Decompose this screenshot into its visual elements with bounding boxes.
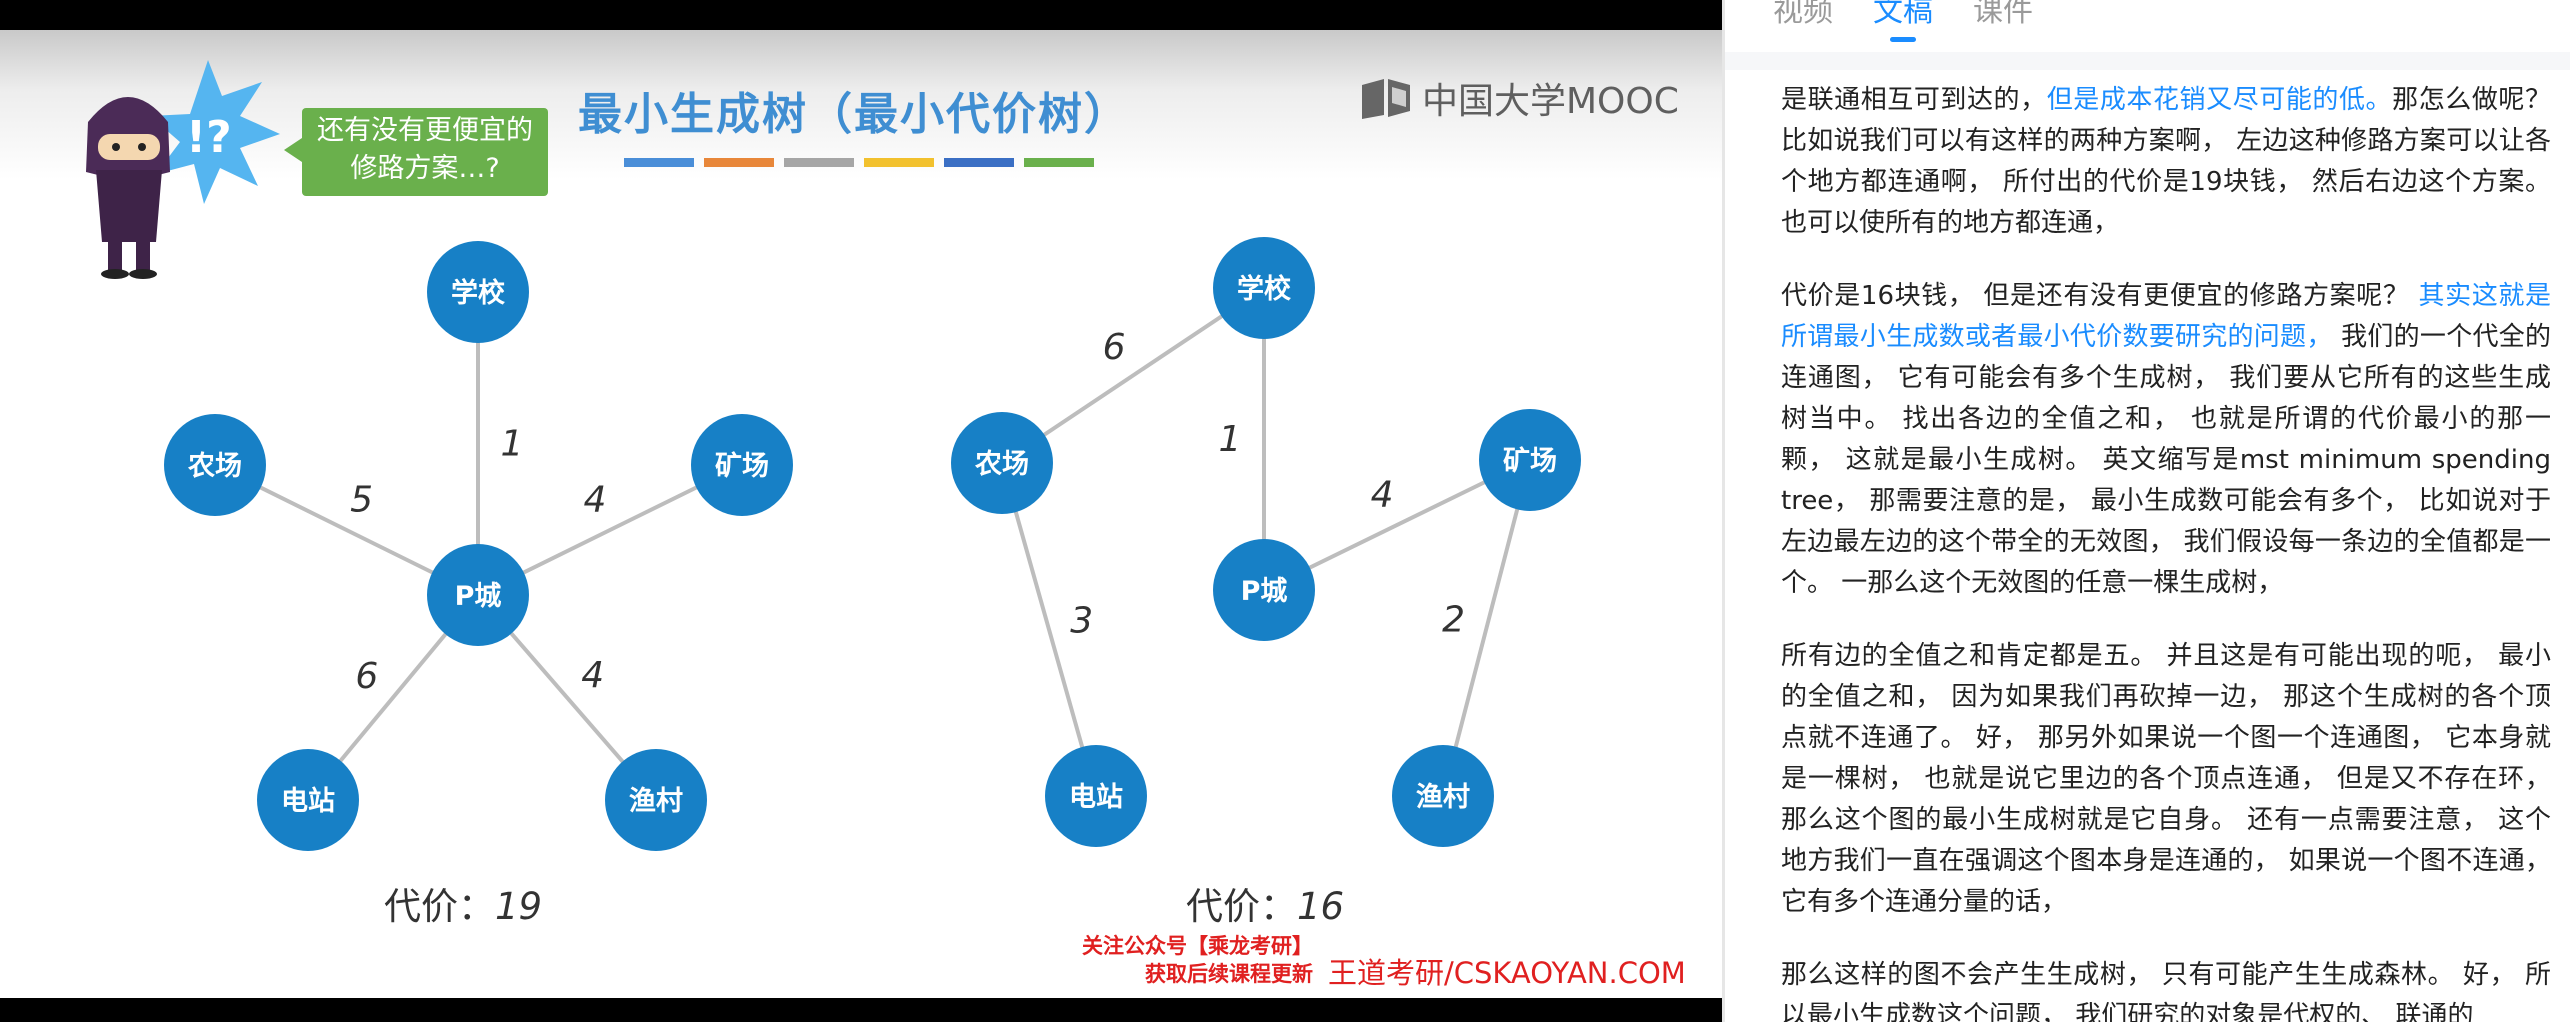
promo-line-1: 关注公众号【乘龙考研】 xyxy=(1082,934,1313,958)
tab-transcript[interactable]: 文稿 xyxy=(1873,0,1933,42)
left-cost-label: 代价： xyxy=(384,885,495,928)
graph-diagram: 1 5 4 6 4 学校农场 矿场 P城电站 渔村 6 1 4 3 2 学校农场 矿场 P城电站 渔村 xyxy=(164,237,1581,851)
right-graph-node-label: P城 xyxy=(1241,576,1288,607)
right-graph-edge-weight: 1 xyxy=(1219,419,1242,460)
right-graph-edge-weight: 3 xyxy=(1070,600,1093,641)
left-graph-node-label: 农场 xyxy=(187,451,242,482)
right-graph-edge-weight: 4 xyxy=(1371,474,1394,515)
transcript-text: 所有边的全值之和肯定都是五。 并且这是有可能出现的呃， 最小的全值之和， 因为如… xyxy=(1781,641,2551,917)
right-graph-node-label: 学校 xyxy=(1237,273,1291,305)
left-graph-node-label: 渔村 xyxy=(629,786,683,817)
left-cost-value: 19 xyxy=(495,885,543,928)
left-graph-edge-weight: 4 xyxy=(584,479,607,520)
transcript-paragraph: 那么这样的图不会产生生成树， 只有可能产生生成森林。 好， 所以最小生成数这个问… xyxy=(1781,955,2551,1022)
transcript-paragraph: 所有边的全值之和肯定都是五。 并且这是有可能出现的呃， 最小的全值之和， 因为如… xyxy=(1781,636,2551,923)
tab-courseware[interactable]: 课件 xyxy=(1973,0,2033,42)
right-graph-edge-weight: 6 xyxy=(1103,327,1126,368)
watermark: 王道考研/CSKAOYAN.COM xyxy=(1328,956,1686,990)
transcript-text: 是联通相互可到达的， xyxy=(1781,85,2047,115)
video-player[interactable]: !? 还有没有更便宜的 修路方案…? 最小生成树（最小代价树） 中国大学MOOC… xyxy=(0,0,1722,1022)
transcript-paragraph: 是联通相互可到达的，但是成本花销又尽可能的低。那怎么做呢？ 比如说我们可以有这样… xyxy=(1781,80,2551,244)
transcript-text: 我们的一个代全的连通图， 它有可能会有多个生成树， 我们要从它所有的这些生成树当… xyxy=(1781,322,2551,598)
tab-video[interactable]: 视频 xyxy=(1773,0,1833,42)
left-graph-edge-weight: 6 xyxy=(355,656,378,697)
promo-text: 关注公众号【乘龙考研】 获取后续课程更新 xyxy=(1082,932,1313,988)
panel-tabs: 视频 文稿 课件 xyxy=(1773,0,2033,42)
left-graph-edge-weight: 5 xyxy=(350,480,373,521)
left-graph-edge-weight: 1 xyxy=(501,424,524,465)
left-graph-node-label: 矿场 xyxy=(715,450,769,482)
right-cost-value: 16 xyxy=(1297,885,1345,928)
right-graph-node-label: 农场 xyxy=(974,449,1029,480)
right-cost: 代价：16 xyxy=(1186,876,1344,930)
left-graph-node-label: 学校 xyxy=(451,277,505,309)
right-graph-node-label: 渔村 xyxy=(1416,782,1470,813)
left-graph-edge-weight: 4 xyxy=(581,655,604,696)
transcript-text: 代价是16块钱， 但是还有没有更便宜的修路方案呢？ xyxy=(1781,281,2419,311)
lecture-slide: !? 还有没有更便宜的 修路方案…? 最小生成树（最小代价树） 中国大学MOOC… xyxy=(0,30,1722,998)
right-graph-edge-weight: 2 xyxy=(1442,599,1465,640)
promo-line-2: 获取后续课程更新 xyxy=(1145,962,1313,986)
right-cost-label: 代价： xyxy=(1186,885,1297,928)
left-graph-node-label: 电站 xyxy=(281,786,335,817)
transcript-text: 那么这样的图不会产生生成树， 只有可能产生生成森林。 好， 所以最小生成数这个问… xyxy=(1781,960,2551,1022)
side-panel: 视频 文稿 课件 是联通相互可到达的，但是成本花销又尽可能的低。那怎么做呢？ 比如说… xyxy=(1722,0,2570,1022)
right-graph-node-label: 矿场 xyxy=(1503,445,1557,477)
transcript[interactable]: 是联通相互可到达的，但是成本花销又尽可能的低。那怎么做呢？ 比如说我们可以有这样… xyxy=(1781,80,2551,1022)
left-graph-node-label: P城 xyxy=(455,581,502,612)
transcript-paragraph: 代价是16块钱， 但是还有没有更便宜的修路方案呢？ 其实这就是所谓最小生成数或者… xyxy=(1781,276,2551,604)
right-graph-node-label: 电站 xyxy=(1069,782,1123,813)
panel-divider xyxy=(1725,52,2570,70)
transcript-highlight: 但是成本花销又尽可能的低。 xyxy=(2046,85,2393,115)
left-cost: 代价：19 xyxy=(384,876,542,930)
